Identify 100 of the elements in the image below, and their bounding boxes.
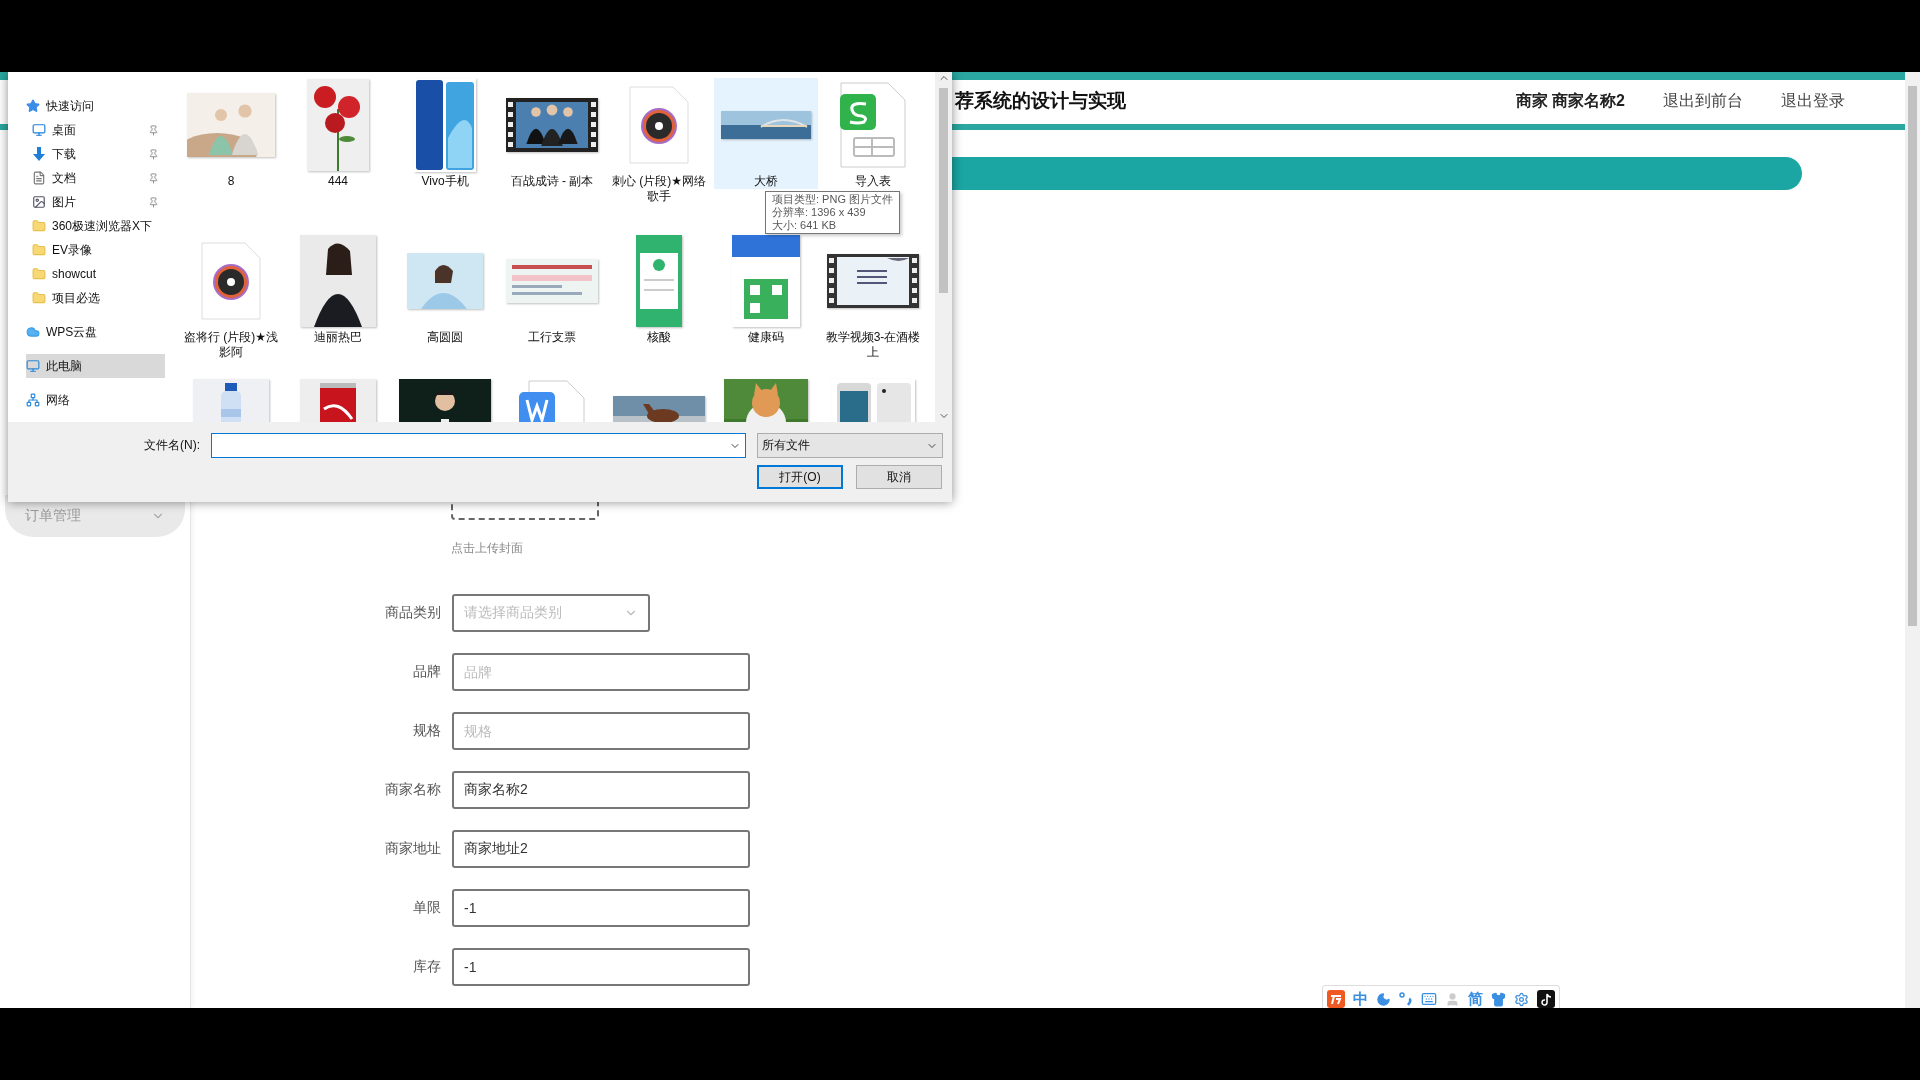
- file-item[interactable]: 迪丽热巴: [286, 234, 390, 345]
- input-field[interactable]: 商家名称2: [452, 771, 750, 809]
- nav-item[interactable]: 文档: [26, 166, 165, 190]
- file-name: 导入表: [854, 174, 892, 189]
- input-field[interactable]: -1: [452, 889, 750, 927]
- file-name: 高圆圆: [426, 330, 464, 345]
- spreadsheet-file-icon: [840, 82, 906, 168]
- keyboard-icon[interactable]: [1421, 991, 1437, 1007]
- file-name: 8: [226, 174, 236, 189]
- nav-item[interactable]: showcut: [26, 262, 165, 286]
- nav-item[interactable]: EV录像: [26, 238, 165, 262]
- pin-icon: [148, 148, 159, 160]
- nav-label: 360极速浏览器X下: [52, 217, 154, 235]
- music-file-icon: [629, 86, 689, 164]
- field-label: 商家地址: [384, 840, 442, 858]
- cancel-button[interactable]: 取消: [856, 465, 942, 489]
- file-item[interactable]: 8: [179, 78, 283, 189]
- star-icon: [26, 99, 40, 113]
- image-icon: [32, 195, 46, 209]
- pin-icon: [148, 196, 159, 208]
- input-field[interactable]: 商家地址2: [452, 830, 750, 868]
- tooltip-line: 项目类型: PNG 图片文件: [772, 193, 893, 206]
- nav-item[interactable]: 下载: [26, 142, 165, 166]
- settings-icon[interactable]: [1514, 991, 1529, 1007]
- filename-field[interactable]: [211, 433, 746, 458]
- file-name: 盗将行 (片段)★浅影阿: [182, 330, 280, 360]
- music-file-icon: [201, 242, 261, 320]
- file-name: 刺心 (片段)★网络歌手: [610, 174, 708, 204]
- file-item[interactable]: 工行支票: [500, 234, 604, 345]
- folder-icon: [32, 219, 46, 233]
- file-name: 百战成诗 - 副本: [509, 174, 595, 189]
- document-icon: [32, 171, 46, 185]
- nav-link[interactable]: 退出登录: [1781, 90, 1845, 112]
- nav-label: 项目必选: [52, 289, 101, 307]
- nav-label: 下载: [52, 145, 77, 163]
- nav-item[interactable]: 桌面: [26, 118, 165, 142]
- file-type-select[interactable]: 所有文件: [757, 433, 943, 458]
- file-item[interactable]: 大桥: [714, 78, 818, 189]
- field-label: 商家名称: [384, 781, 442, 799]
- download-icon: [32, 147, 46, 161]
- nav-item[interactable]: 360极速浏览器X下: [26, 214, 165, 238]
- nav-item[interactable]: 网络: [26, 388, 165, 412]
- field-label: 品牌: [412, 663, 442, 681]
- user-name[interactable]: 商家 商家名称2: [1515, 90, 1625, 112]
- nav-label: WPS云盘: [46, 323, 99, 341]
- nav-label: showcut: [52, 267, 98, 281]
- input-field[interactable]: -1: [452, 948, 750, 986]
- field-label: 规格: [412, 722, 442, 740]
- scrollbar[interactable]: [935, 72, 952, 422]
- moon-icon[interactable]: [1376, 991, 1391, 1007]
- nav-label: 图片: [52, 193, 77, 211]
- file-item[interactable]: 核酸: [607, 234, 711, 345]
- nav-label: 文档: [52, 169, 77, 187]
- input-field[interactable]: 品牌: [452, 653, 750, 691]
- cloud-icon: [26, 325, 40, 339]
- file-name: Vivo手机: [420, 174, 470, 189]
- pin-icon: [148, 124, 159, 136]
- pin-icon: [148, 172, 159, 184]
- file-item[interactable]: 盗将行 (片段)★浅影阿: [179, 234, 283, 360]
- nav-item[interactable]: 项目必选: [26, 286, 165, 310]
- nav-label: 桌面: [52, 121, 77, 139]
- nav-link[interactable]: 退出到前台: [1663, 90, 1743, 112]
- file-name: 工行支票: [527, 330, 577, 345]
- nav-item[interactable]: 图片: [26, 190, 165, 214]
- input-field[interactable]: 规格: [452, 712, 750, 750]
- music-note-icon[interactable]: [1537, 990, 1555, 1008]
- file-item[interactable]: 导入表: [821, 78, 925, 189]
- field-label: 库存: [412, 958, 442, 976]
- file-item[interactable]: Vivo手机: [393, 78, 497, 189]
- nav-item[interactable]: 此电脑: [26, 354, 165, 378]
- tooltip-line: 大小: 641 KB: [772, 219, 838, 232]
- shirt-icon[interactable]: [1491, 991, 1506, 1007]
- nav-item[interactable]: WPS云盘: [26, 320, 165, 344]
- file-item[interactable]: 高圆圆: [393, 234, 497, 345]
- file-name: 迪丽热巴: [313, 330, 363, 345]
- file-name: 大桥: [753, 174, 779, 189]
- file-name: 核酸: [646, 330, 672, 345]
- filename-label: 文件名(N):: [143, 437, 200, 454]
- sidebar-label: 订单管理: [25, 507, 81, 525]
- folder-icon: [32, 267, 46, 281]
- nav-label: EV录像: [52, 241, 93, 259]
- file-item[interactable]: 健康码: [714, 234, 818, 345]
- computer-icon: [26, 359, 40, 373]
- punctuation-icon[interactable]: [1399, 992, 1413, 1006]
- file-item[interactable]: 444: [286, 78, 390, 189]
- tooltip-line: 分辨率: 1396 x 439: [772, 206, 867, 219]
- folder-icon: [32, 291, 46, 305]
- scrollbar[interactable]: [1905, 72, 1920, 1008]
- upload-hint: 点击上传封面: [451, 540, 523, 557]
- nav-item[interactable]: 快速访问: [26, 94, 165, 118]
- open-button[interactable]: 打开(O): [757, 465, 843, 489]
- network-icon: [26, 393, 40, 407]
- file-item[interactable]: 刺心 (片段)★网络歌手: [607, 78, 711, 204]
- field-label: 商品类别: [384, 604, 442, 622]
- file-name: 444: [327, 174, 349, 189]
- nav-label: 此电脑: [46, 357, 83, 375]
- nav-label: 快速访问: [46, 97, 95, 115]
- file-item[interactable]: 百战成诗 - 副本: [500, 78, 604, 189]
- file-item[interactable]: 教学视频3-在酒楼上: [821, 234, 925, 360]
- desktop-icon: [32, 123, 46, 137]
